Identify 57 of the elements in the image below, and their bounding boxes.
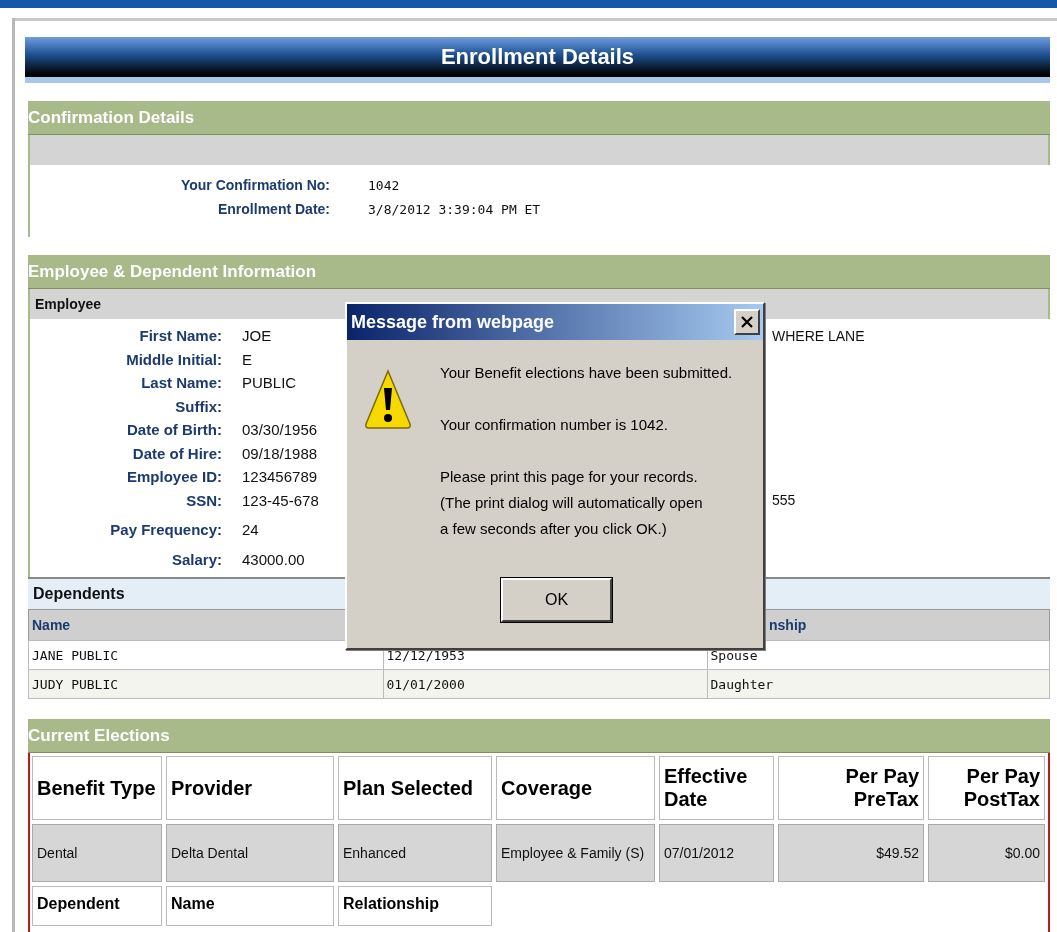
page-title: Enrollment Details [440,44,635,70]
column-header: Provider [166,756,334,820]
field-label: Date of Hire: [131,444,222,462]
field-label: Pay Frequency: [109,521,222,539]
column-header: Plan Selected [338,756,492,820]
field-label: Last Name: [140,374,222,392]
close-icon [740,315,754,329]
field-value: PUBLIC [242,374,297,392]
field-value: 24 [242,521,259,539]
table-cell: Daughter [707,669,1050,699]
field-label: SSN: [185,491,222,509]
column-header: Dependent [32,886,162,926]
table-cell: Delta Dental [166,824,334,882]
table-cell: Dental [32,824,162,882]
field-value: 123456789 [242,468,318,486]
column-header: Effective Date [659,756,774,820]
table-cell: Enhanced [338,824,492,882]
field-label: Suffix: [174,397,222,415]
column-header: Coverage [496,756,655,820]
field-value: 123-45-678 [242,491,319,509]
field-value: E [242,350,252,368]
table-cell: $49.52 [778,824,924,882]
field-value: 03/30/1956 [242,421,318,439]
field-label: Enrollment Date: [217,201,330,217]
field-label: Middle Initial: [125,350,222,368]
section-header: Employee & Dependent Information [28,255,1050,289]
table-cell: $0.00 [928,824,1045,882]
field-value: JOE [242,327,272,345]
ok-button[interactable]: OK [501,578,612,622]
dialog-message: Your confirmation number is 1042. [440,415,669,435]
field-value: 3/8/2012 3:39:04 PM ET [368,201,541,217]
table-cell: 07/01/2012 [659,824,774,882]
warning-icon [363,368,413,430]
field-value: 43000.00 [242,550,305,568]
field-label: Date of Birth: [126,421,222,439]
field-value: 1042 [368,177,400,193]
dialog-message: Please print this page for your records. (The print dialog will automatically open a few seconds after you click OK.) [440,467,704,539]
column-header: Per Pay PreTax [778,756,924,820]
field-value: 09/18/1988 [242,444,318,462]
column-header: Benefit Type [32,756,162,820]
field-label: First Name: [138,327,222,345]
dialog-message: Your Benefit elections have been submitted. [440,363,733,383]
column-header: Name [166,886,334,926]
section-header: Confirmation Details [28,101,1050,135]
section-header: Current Elections [28,719,1050,753]
close-button[interactable] [734,309,760,335]
column-header: Per Pay PostTax [928,756,1045,820]
table-cell: Employee & Family (S) [496,824,655,882]
field-value: WHERE LANE [772,327,865,344]
field-value: 555 [772,492,796,509]
field-label: Salary: [170,550,222,568]
table-cell: JANE PUBLIC [28,640,383,670]
table-cell: JUDY PUBLIC [28,669,383,699]
field-label: Employee ID: [125,468,222,486]
field-label: Your Confirmation No: [179,177,330,193]
table-cell: 01/01/2000 [383,669,707,699]
column-header: Relationship [338,886,492,926]
